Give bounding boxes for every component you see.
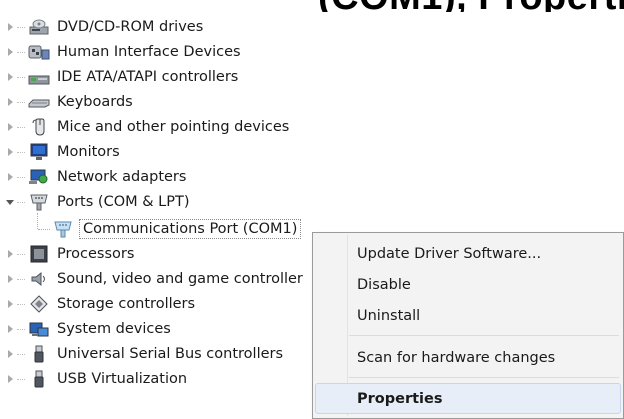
ide-controller-icon <box>28 68 50 86</box>
tree-item-network-adapters[interactable]: Network adapters <box>0 166 340 188</box>
tree-item-label: Network adapters <box>57 169 187 185</box>
tree-item-storage-controllers[interactable]: Storage controllers <box>0 293 340 315</box>
mouse-icon <box>28 118 50 136</box>
expand-arrow-icon[interactable] <box>8 173 13 181</box>
tree-item-usb-controllers[interactable]: Universal Serial Bus controllers <box>0 343 340 365</box>
expand-arrow-icon[interactable] <box>8 350 13 358</box>
expand-arrow-icon[interactable] <box>8 148 13 156</box>
hid-icon <box>28 43 50 61</box>
expand-arrow-icon[interactable] <box>8 48 13 56</box>
monitor-icon <box>28 143 50 161</box>
tree-item-label: Sound, video and game controller <box>57 271 303 287</box>
tree-item-human-interface-devices[interactable]: Human Interface Devices <box>0 41 340 63</box>
menu-separator <box>349 377 619 378</box>
tree-item-processors[interactable]: Processors <box>0 243 340 265</box>
tree-item-label: Processors <box>57 246 135 262</box>
collapse-arrow-icon[interactable] <box>6 200 14 205</box>
tree-item-label: IDE ATA/ATAPI controllers <box>57 69 239 85</box>
usb-icon <box>28 370 50 388</box>
tree-item-monitors[interactable]: Monitors <box>0 141 340 163</box>
expand-arrow-icon[interactable] <box>8 23 13 31</box>
tree-item-usb-virtualization[interactable]: USB Virtualization <box>0 368 340 390</box>
tree-item-dvd-cd-rom-drives[interactable]: DVD/CD-ROM drives <box>0 16 340 38</box>
tree-item-label: Keyboards <box>57 94 133 110</box>
expand-arrow-icon[interactable] <box>8 275 13 283</box>
tree-item-label: Storage controllers <box>57 296 196 312</box>
port-icon <box>52 220 74 238</box>
device-tree: DVD/CD-ROM drives Human Interface Device… <box>0 0 340 419</box>
tree-item-label: Ports (COM & LPT) <box>57 194 190 210</box>
banner-text: (COM1), Properties <box>318 0 624 12</box>
menu-item-uninstall[interactable]: Uninstall <box>357 307 420 325</box>
menu-item-disable[interactable]: Disable <box>357 276 411 294</box>
expand-arrow-icon[interactable] <box>8 123 13 131</box>
tree-item-sound-video-game-controllers[interactable]: Sound, video and game controller <box>0 268 340 290</box>
tree-item-label: Universal Serial Bus controllers <box>57 346 284 362</box>
tree-item-label: Communications Port (COM1) <box>79 219 302 239</box>
context-menu: Update Driver Software... Disable Uninst… <box>312 232 624 419</box>
tree-item-label: DVD/CD-ROM drives <box>57 19 204 35</box>
expand-arrow-icon[interactable] <box>8 375 13 383</box>
menu-item-update-driver-software[interactable]: Update Driver Software... <box>357 245 541 263</box>
tree-item-ide-ata-atapi-controllers[interactable]: IDE ATA/ATAPI controllers <box>0 66 340 88</box>
port-icon <box>28 193 50 211</box>
tree-item-label: Human Interface Devices <box>57 44 241 60</box>
expand-arrow-icon[interactable] <box>8 98 13 106</box>
tree-item-label: System devices <box>57 321 171 337</box>
storage-controller-icon <box>28 295 50 313</box>
menu-item-scan-for-hardware-changes[interactable]: Scan for hardware changes <box>357 349 555 367</box>
network-adapter-icon <box>28 168 50 186</box>
tree-item-communications-port-com1[interactable]: Communications Port (COM1) <box>0 218 340 240</box>
tree-item-mice-pointing-devices[interactable]: Mice and other pointing devices <box>0 116 340 138</box>
processor-icon <box>28 245 50 263</box>
expand-arrow-icon[interactable] <box>8 73 13 81</box>
tree-item-label: Monitors <box>57 144 120 160</box>
menu-separator <box>349 335 619 336</box>
usb-icon <box>28 345 50 363</box>
expand-arrow-icon[interactable] <box>8 325 13 333</box>
tree-item-keyboards[interactable]: Keyboards <box>0 91 340 113</box>
keyboard-icon <box>28 93 50 111</box>
menu-item-properties[interactable]: Properties <box>357 390 442 408</box>
dvd-drive-icon <box>28 18 50 36</box>
expand-arrow-icon[interactable] <box>8 250 13 258</box>
expand-arrow-icon[interactable] <box>8 300 13 308</box>
system-device-icon <box>28 320 50 338</box>
tree-item-label: Mice and other pointing devices <box>57 119 290 135</box>
speaker-icon <box>28 270 50 288</box>
tree-item-label: USB Virtualization <box>57 371 188 387</box>
tree-item-ports-com-lpt[interactable]: Ports (COM & LPT) <box>0 191 340 213</box>
tree-item-system-devices[interactable]: System devices <box>0 318 340 340</box>
